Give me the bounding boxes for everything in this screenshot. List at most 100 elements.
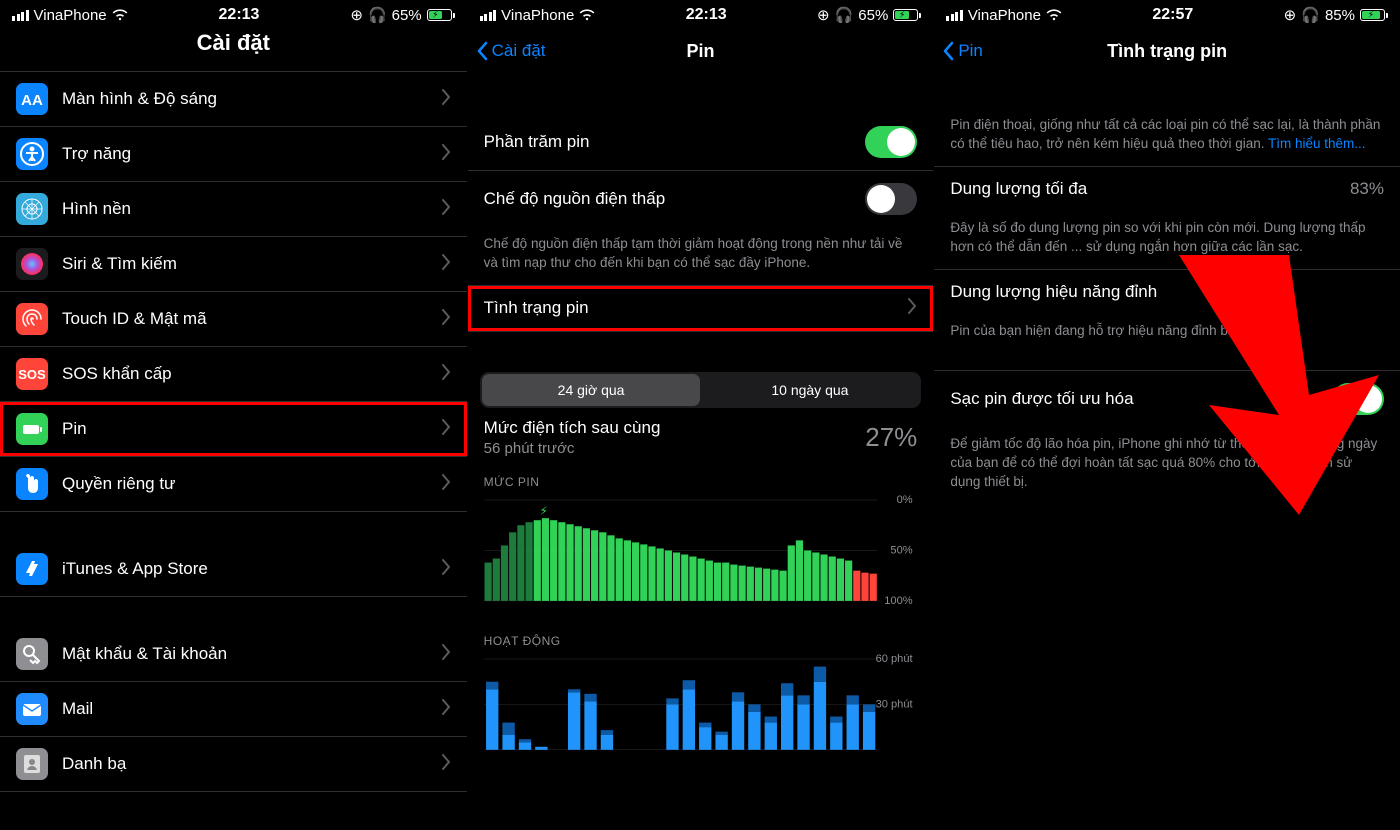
row-label: Chế độ nguồn điện thấp [484, 189, 666, 209]
alarm-icon: ⊕ [817, 6, 830, 24]
screen-battery-health: VinaPhone 22:57 ⊕ 🎧 85% ⚡︎ Pin Tình trạn… [933, 0, 1400, 830]
clock-label: 22:57 [1152, 6, 1193, 24]
row-label: Danh bạ [62, 754, 442, 774]
sos-icon: SOS [16, 358, 48, 390]
chevron-right-icon [442, 254, 451, 275]
chevron-right-icon [442, 754, 451, 775]
last-charge-sub: 56 phút trước [484, 440, 661, 457]
chevron-right-icon [442, 699, 451, 720]
wifi-icon [579, 9, 595, 21]
battery-icon: ⚡︎ [427, 9, 455, 21]
settings-row-sos[interactable]: SOS SOS khẩn cấp [0, 347, 467, 402]
battery-pct-label: 65% [392, 7, 422, 24]
clock-label: 22:13 [686, 6, 727, 24]
chevron-right-icon [442, 144, 451, 165]
row-label: Dung lượng tối đa [950, 179, 1087, 199]
row-label: Touch ID & Mật mã [62, 309, 442, 329]
max-capacity-row: Dung lượng tối đa 83% [934, 166, 1400, 211]
row-label: Dung lượng hiệu năng đỉnh [950, 282, 1157, 302]
svg-text:AA: AA [21, 92, 43, 109]
back-label: Pin [958, 41, 983, 61]
access-icon [16, 138, 48, 170]
svg-text:50%: 50% [890, 544, 912, 556]
contact-icon [16, 748, 48, 780]
battery-chart-label: MỨC PIN [484, 475, 918, 489]
annotation-arrow-icon [1179, 255, 1389, 515]
chevron-left-icon [476, 41, 488, 61]
hand-icon [16, 468, 48, 500]
time-range-segmented[interactable]: 24 giờ qua 10 ngày qua [480, 372, 922, 408]
chevron-left-icon [942, 41, 954, 61]
settings-row-hand[interactable]: Quyền riêng tư [0, 457, 467, 512]
segment-10d[interactable]: 10 ngày qua [700, 374, 919, 406]
row-label: Siri & Tìm kiếm [62, 254, 442, 274]
alarm-icon: ⊕ [350, 6, 363, 24]
row-label: Quyền riêng tư [62, 474, 442, 494]
settings-row-touch[interactable]: Touch ID & Mật mã [0, 292, 467, 347]
battery-health-row[interactable]: Tình trạng pin [468, 285, 934, 332]
row-label: iTunes & App Store [62, 559, 442, 579]
chevron-right-icon [442, 419, 451, 440]
max-capacity-value: 83% [1350, 179, 1384, 199]
settings-row-access[interactable]: Trợ năng [0, 127, 467, 182]
signal-icon [12, 10, 29, 21]
appstore-icon [16, 553, 48, 585]
page-title: Cài đặt [197, 28, 270, 60]
chevron-right-icon [442, 89, 451, 110]
segment-24h[interactable]: 24 giờ qua [482, 374, 701, 406]
battery-pct-label: 85% [1325, 7, 1355, 24]
key-icon [16, 638, 48, 670]
display-icon: AA [16, 83, 48, 115]
status-bar: VinaPhone 22:13 ⊕ 🎧 65% ⚡︎ [468, 0, 934, 28]
settings-row-contact[interactable]: Danh bạ [0, 737, 467, 792]
svg-text:⚡︎: ⚡︎ [539, 504, 548, 518]
svg-text:60 phút: 60 phút [875, 654, 912, 665]
carrier-label: VinaPhone [968, 7, 1041, 24]
back-button[interactable]: Pin [934, 41, 1034, 61]
chevron-right-icon [442, 559, 451, 580]
low-power-row[interactable]: Chế độ nguồn điện thấp [468, 171, 934, 227]
row-label: Tình trạng pin [484, 298, 589, 318]
chevron-right-icon [442, 364, 451, 385]
intro-text: Pin điện thoại, giống như tất cả các loạ… [934, 108, 1400, 166]
chevron-right-icon [442, 199, 451, 220]
battery-pct-label: 65% [858, 7, 888, 24]
settings-row-key[interactable]: Mật khẩu & Tài khoản [0, 627, 467, 682]
last-charge-block: Mức điện tích sau cùng 56 phút trước 27%… [468, 418, 934, 765]
nav-bar: Pin Tình trạng pin [934, 28, 1400, 74]
settings-row-display[interactable]: AA Màn hình & Độ sáng [0, 72, 467, 127]
activity-chart-label: HOẠT ĐỘNG [484, 634, 918, 648]
activity-chart: 60 phút 30 phút [484, 654, 918, 765]
settings-row-wall[interactable]: Hình nền [0, 182, 467, 237]
settings-row-mail[interactable]: Mail [0, 682, 467, 737]
signal-icon [480, 10, 497, 21]
row-label: Sạc pin được tối ưu hóa [950, 389, 1133, 409]
signal-icon [946, 10, 963, 21]
svg-text:100%: 100% [884, 595, 912, 607]
row-label: SOS khẩn cấp [62, 364, 442, 384]
row-label: Hình nền [62, 199, 442, 219]
status-bar: VinaPhone 22:13 ⊕ 🎧 65% ⚡︎ [0, 0, 467, 28]
row-label: Mật khẩu & Tài khoản [62, 644, 442, 664]
svg-text:SOS: SOS [18, 367, 46, 382]
headphones-icon: 🎧 [1301, 6, 1320, 24]
carrier-label: VinaPhone [501, 7, 574, 24]
settings-row-appstore[interactable]: iTunes & App Store [0, 542, 467, 597]
last-charge-title: Mức điện tích sau cùng [484, 418, 661, 438]
row-label: Pin [62, 419, 442, 439]
chevron-right-icon [442, 644, 451, 665]
settings-row-batt[interactable]: Pin [0, 402, 467, 457]
headphones-icon: 🎧 [835, 6, 854, 24]
toggle-switch[interactable] [865, 126, 917, 158]
back-button[interactable]: Cài đặt [468, 41, 568, 61]
learn-more-link[interactable]: Tìm hiểu thêm... [1268, 136, 1366, 151]
nav-bar: Cài đặt [0, 28, 467, 60]
wall-icon [16, 193, 48, 225]
battery-percentage-row[interactable]: Phần trăm pin [468, 114, 934, 171]
svg-text:0%: 0% [896, 495, 912, 506]
svg-text:30 phút: 30 phút [875, 698, 912, 710]
toggle-switch[interactable] [865, 183, 917, 215]
clock-label: 22:13 [219, 6, 260, 24]
settings-row-siri[interactable]: Siri & Tìm kiếm [0, 237, 467, 292]
row-label: Màn hình & Độ sáng [62, 89, 442, 109]
